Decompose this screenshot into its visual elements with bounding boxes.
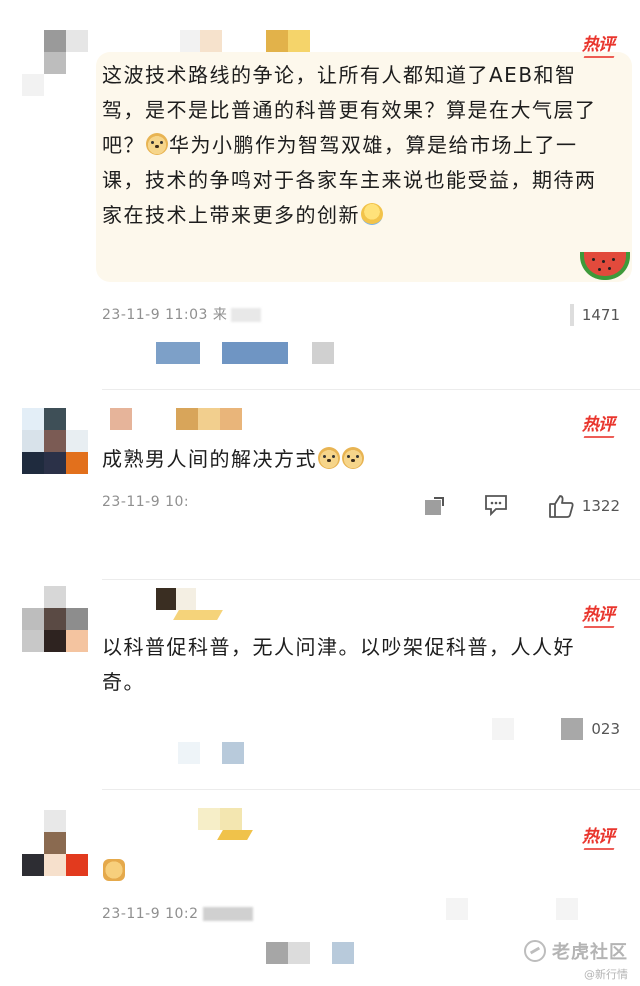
like-count: 023 <box>591 720 620 738</box>
thumbs-up-icon <box>561 718 584 740</box>
like-count[interactable]: 1471 <box>569 304 620 326</box>
hot-comment-badge: 热评 <box>582 822 615 847</box>
comment-2: 热评 成熟男人间的解决方式 23-11-9 10: 1322 <box>0 390 640 580</box>
comment-icon[interactable] <box>484 494 508 516</box>
hot-comment-badge: 热评 <box>582 600 615 625</box>
comment-text <box>102 854 600 889</box>
avatar[interactable] <box>22 810 90 878</box>
hot-comment-badge: 热评 <box>582 30 615 55</box>
doge-emoji-icon <box>318 447 340 469</box>
comment-3: 热评 以科普促科普，无人问津。以吵架促科普，人人好奇。 023 <box>0 580 640 790</box>
watermark: 老虎社区 @新行情 <box>524 938 628 982</box>
comment-4: 热评 23-11-9 10:2 <box>0 790 640 964</box>
share-icon[interactable] <box>446 898 468 920</box>
comment-text: 这波技术路线的争论，让所有人都知道了AEB和智驾，是不是比普通的科普更有效果？算… <box>102 63 597 227</box>
reply-preview[interactable] <box>156 342 336 364</box>
thumbs-up-emoji-icon <box>103 859 125 881</box>
doge-emoji-icon <box>146 133 168 155</box>
comment-meta: 23-11-9 11:03 来 <box>102 304 262 324</box>
like-button[interactable]: 023 <box>561 718 620 740</box>
like-button[interactable] <box>556 898 578 920</box>
watermark-handle: @新行情 <box>584 968 628 981</box>
comment-meta: 23-11-9 10:2 <box>102 906 253 922</box>
share-icon[interactable] <box>492 718 514 740</box>
comment-text: 成熟男人间的解决方式 <box>102 442 600 477</box>
reply-preview[interactable] <box>178 742 248 764</box>
thumbs-up-icon <box>569 304 574 326</box>
reply-preview[interactable] <box>266 942 356 964</box>
avatar[interactable] <box>22 30 90 98</box>
doge-emoji-icon <box>342 447 364 469</box>
comment-meta: 23-11-9 10: <box>102 494 190 510</box>
hot-comment-badge: 热评 <box>582 410 615 435</box>
avatar[interactable] <box>22 586 90 654</box>
share-icon[interactable] <box>422 494 446 518</box>
thumbs-up-icon <box>548 495 574 518</box>
like-count: 1322 <box>581 497 620 515</box>
tiger-community-logo-icon <box>524 940 546 962</box>
watermark-brand: 老虎社区 <box>552 942 628 963</box>
avatar[interactable] <box>22 408 90 476</box>
like-button[interactable]: 1322 <box>548 494 620 518</box>
comment-1: 热评 这波技术路线的争论，让所有人都知道了AEB和智驾，是不是比普通的科普更有效… <box>0 0 640 390</box>
comment-text: 以科普促科普，无人问津。以吵架促科普，人人好奇。 <box>102 635 575 694</box>
ok-gesture-emoji-icon <box>361 203 383 225</box>
